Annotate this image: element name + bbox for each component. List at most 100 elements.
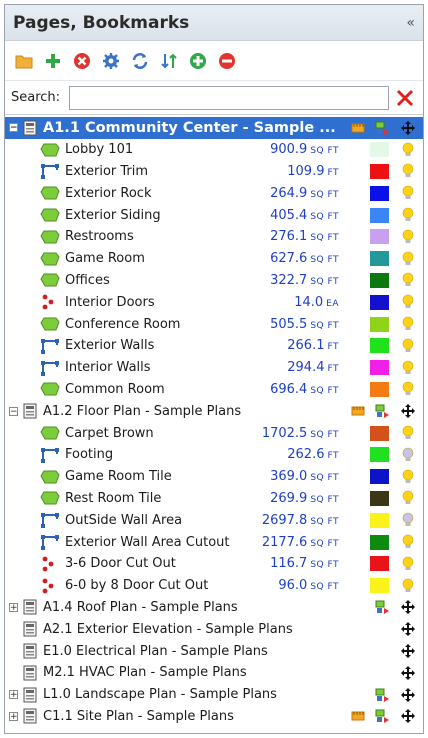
page-row[interactable]: + L1.0 Landscape Plan - Sample Plans [5, 684, 423, 706]
condition-row[interactable]: Exterior Siding 405.4 SQ FT [5, 204, 423, 226]
search-input[interactable] [69, 85, 389, 110]
color-swatch[interactable] [370, 338, 389, 354]
condition-row[interactable]: Rest Room Tile 269.9 SQ FT [5, 488, 423, 510]
condition-row[interactable]: Game Room 627.6 SQ FT [5, 248, 423, 270]
color-swatch[interactable] [370, 229, 389, 245]
visibility-bulb-icon[interactable] [401, 512, 415, 528]
visibility-bulb-icon[interactable] [401, 360, 415, 376]
pan-icon[interactable] [401, 404, 415, 419]
sort-icon[interactable] [158, 50, 180, 72]
condition-row[interactable]: 6-0 by 8 Door Cut Out 96.0 SQ FT [5, 575, 423, 597]
collapse-toggle[interactable]: − [9, 406, 18, 416]
condition-row[interactable]: Offices 322.7 SQ FT [5, 270, 423, 292]
visibility-bulb-icon[interactable] [401, 163, 415, 179]
condition-row[interactable]: Exterior Trim 109.9 FT [5, 161, 423, 183]
page-row[interactable]: − A1.1 Community Center - Sample ... [5, 117, 423, 139]
measure-icon[interactable] [351, 404, 365, 418]
condition-row[interactable]: Carpet Brown 1702.5 SQ FT [5, 422, 423, 444]
visibility-bulb-icon[interactable] [401, 207, 415, 223]
remove-circle-icon[interactable] [216, 50, 238, 72]
visibility-bulb-icon[interactable] [401, 534, 415, 550]
visibility-bulb-icon[interactable] [401, 556, 415, 572]
layers-icon[interactable] [375, 709, 389, 724]
condition-row[interactable]: Lobby 101 900.9 SQ FT [5, 139, 423, 161]
color-swatch[interactable] [370, 381, 389, 397]
pan-icon[interactable] [401, 709, 415, 724]
delete-icon[interactable] [71, 50, 93, 72]
collapse-toggle[interactable]: − [9, 123, 18, 133]
condition-row[interactable]: Footing 262.6 FT [5, 444, 423, 466]
layers-icon[interactable] [375, 121, 389, 135]
color-swatch[interactable] [370, 447, 389, 463]
visibility-bulb-icon[interactable] [401, 490, 415, 506]
collapse-panel-button[interactable]: « [406, 15, 415, 31]
condition-row[interactable]: Exterior Walls 266.1 FT [5, 335, 423, 357]
condition-row[interactable]: Conference Room 505.5 SQ FT [5, 313, 423, 335]
page-row[interactable]: − A1.2 Floor Plan - Sample Plans [5, 400, 423, 422]
color-swatch[interactable] [370, 425, 389, 441]
layers-icon[interactable] [375, 404, 389, 419]
color-swatch[interactable] [370, 556, 389, 572]
visibility-bulb-icon[interactable] [401, 338, 415, 354]
measure-icon[interactable] [351, 121, 365, 135]
condition-row[interactable]: OutSide Wall Area 2697.8 SQ FT [5, 509, 423, 531]
layers-icon[interactable] [375, 688, 389, 702]
page-row[interactable]: E1.0 Electrical Plan - Sample Plans [5, 640, 423, 662]
expand-toggle[interactable]: + [9, 711, 18, 721]
visibility-bulb-icon[interactable] [401, 578, 415, 594]
pan-icon[interactable] [401, 644, 415, 659]
visibility-bulb-icon[interactable] [401, 316, 415, 332]
condition-row[interactable]: Game Room Tile 369.0 SQ FT [5, 466, 423, 488]
visibility-bulb-icon[interactable] [401, 185, 415, 201]
color-swatch[interactable] [370, 163, 389, 179]
condition-row[interactable]: Exterior Wall Area Cutout 2177.6 SQ FT [5, 531, 423, 553]
pan-icon[interactable] [401, 665, 415, 680]
refresh-icon[interactable] [129, 50, 151, 72]
color-swatch[interactable] [370, 316, 389, 332]
color-swatch[interactable] [370, 469, 389, 485]
add-circle-icon[interactable] [187, 50, 209, 72]
page-row[interactable]: + A1.4 Roof Plan - Sample Plans [5, 597, 423, 619]
pan-icon[interactable] [401, 120, 415, 135]
color-swatch[interactable] [370, 534, 389, 550]
color-swatch[interactable] [370, 272, 389, 288]
settings-gear-icon[interactable] [100, 50, 122, 72]
color-swatch[interactable] [370, 207, 389, 223]
color-swatch[interactable] [370, 294, 389, 310]
page-row[interactable]: + C1.1 Site Plan - Sample Plans [5, 706, 423, 728]
visibility-bulb-icon[interactable] [401, 272, 415, 288]
expand-toggle[interactable]: + [9, 602, 18, 612]
visibility-bulb-icon[interactable] [401, 229, 415, 245]
pan-icon[interactable] [401, 622, 415, 637]
pan-icon[interactable] [401, 600, 415, 615]
page-row[interactable]: M2.1 HVAC Plan - Sample Plans [5, 662, 423, 684]
add-icon[interactable] [42, 50, 64, 72]
visibility-bulb-icon[interactable] [401, 251, 415, 267]
visibility-bulb-icon[interactable] [401, 425, 415, 441]
visibility-bulb-icon[interactable] [401, 294, 415, 310]
condition-row[interactable]: Common Room 696.4 SQ FT [5, 379, 423, 401]
color-swatch[interactable] [370, 185, 389, 201]
visibility-bulb-icon[interactable] [401, 469, 415, 485]
color-swatch[interactable] [370, 251, 389, 267]
clear-search-button[interactable] [393, 86, 417, 110]
condition-row[interactable]: Restrooms 276.1 SQ FT [5, 226, 423, 248]
visibility-bulb-icon[interactable] [401, 142, 415, 158]
expand-toggle[interactable]: + [9, 690, 18, 700]
color-swatch[interactable] [370, 512, 389, 528]
condition-row[interactable]: Interior Doors 14.0 EA [5, 291, 423, 313]
layers-icon[interactable] [375, 600, 389, 615]
condition-row[interactable]: Interior Walls 294.4 FT [5, 357, 423, 379]
pan-icon[interactable] [401, 687, 415, 702]
color-swatch[interactable] [370, 578, 389, 594]
condition-row[interactable]: Exterior Rock 264.9 SQ FT [5, 182, 423, 204]
visibility-bulb-icon[interactable] [401, 447, 415, 463]
measure-icon[interactable] [351, 709, 365, 723]
color-swatch[interactable] [370, 360, 389, 376]
page-row[interactable]: A2.1 Exterior Elevation - Sample Plans [5, 618, 423, 640]
visibility-bulb-icon[interactable] [401, 381, 415, 397]
folder-icon[interactable] [13, 50, 35, 72]
color-swatch[interactable] [370, 142, 389, 158]
condition-row[interactable]: 3-6 Door Cut Out 116.7 SQ FT [5, 553, 423, 575]
color-swatch[interactable] [370, 490, 389, 506]
